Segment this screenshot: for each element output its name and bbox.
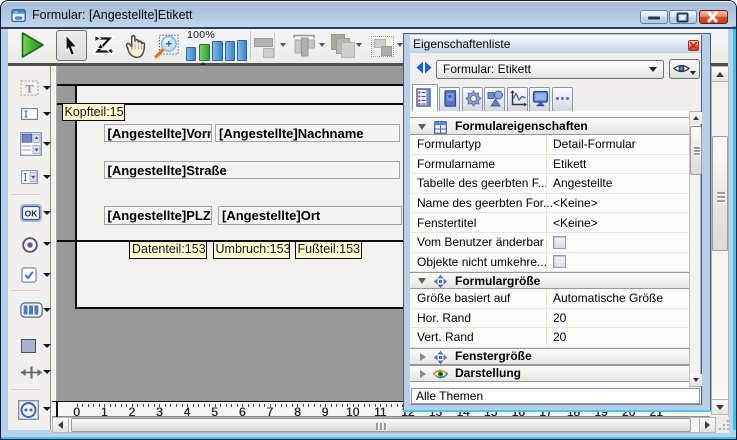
- svg-text:T: T: [25, 82, 33, 96]
- svg-text:OK: OK: [24, 208, 38, 218]
